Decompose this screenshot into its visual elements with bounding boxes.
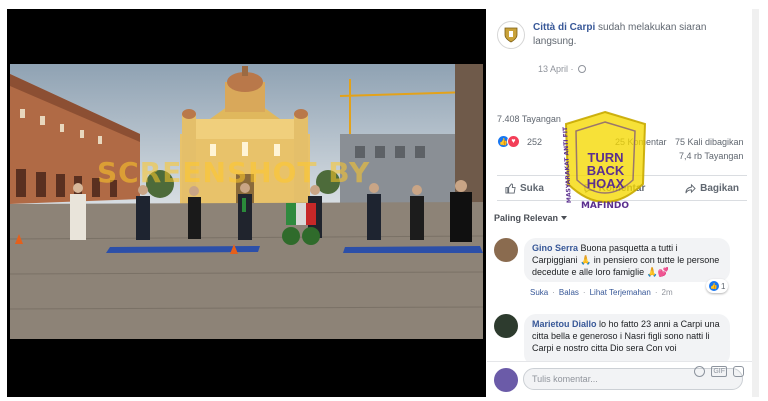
share-count[interactable]: 75 Kali dibagikan — [675, 137, 744, 147]
separator-dot: · — [654, 288, 658, 297]
comment-button-label: Komentar — [598, 182, 646, 194]
globe-icon — [577, 65, 586, 73]
comment-item: Gino Serra Buona pasquetta a tutti i Car… — [494, 238, 744, 310]
comment-like-link[interactable]: Suka — [530, 288, 548, 297]
comment-composer: Tulis komentar... GIF — [487, 361, 752, 397]
comment-actions: Suka · Balas · Lihat Terjemahan · 2m — [530, 288, 673, 297]
reaction-icons[interactable]: 👍 ♥ — [497, 135, 520, 148]
comment-time[interactable]: 2m — [662, 288, 673, 297]
share-button-label: Bagikan — [700, 182, 739, 194]
sort-label: Paling Relevan — [494, 213, 559, 223]
page-avatar[interactable] — [497, 21, 525, 49]
gif-icon[interactable]: GIF — [711, 366, 727, 377]
comment-bubble: Marietou Diallo lo ho fatto 23 anni a Ca… — [524, 314, 730, 366]
comment-count[interactable]: 25 Komentar — [615, 137, 667, 147]
page-name-link[interactable]: Città di Carpi — [533, 22, 595, 33]
comment-reply-link[interactable]: Balas — [559, 288, 579, 297]
separator-dot: · — [582, 288, 586, 297]
views-count: 7,4 rb Tayangan — [679, 151, 744, 161]
comment-sort-dropdown[interactable]: Paling Relevan — [494, 213, 568, 223]
commenter-avatar[interactable] — [494, 314, 518, 338]
share-button[interactable]: Bagikan — [685, 183, 739, 194]
emoji-icon[interactable] — [694, 366, 706, 377]
caret-down-icon — [561, 216, 568, 220]
video-player[interactable]: SCREENSHOT BY — [7, 9, 486, 397]
comment-bubble: Gino Serra Buona pasquetta a tutti i Car… — [524, 238, 730, 282]
comment-reaction-number: 1 — [721, 281, 726, 291]
like-reaction-icon: 👍 — [709, 281, 719, 291]
love-reaction-icon: ♥ — [507, 135, 520, 148]
video-frame-image — [10, 64, 483, 339]
comment-reaction-count[interactable]: 👍 1 — [706, 279, 729, 293]
post-side-panel: Città di Carpi sudah melakukan siaran la… — [487, 9, 752, 397]
post-header-text: Città di Carpi sudah melakukan siaran la… — [533, 21, 743, 49]
like-button-label: Suka — [520, 182, 544, 194]
post-date[interactable]: 13 April · — [538, 64, 574, 74]
thumbs-up-icon — [505, 182, 516, 194]
comment-translate-link[interactable]: Lihat Terjemahan — [590, 288, 651, 297]
comment-input-placeholder: Tulis komentar... — [532, 374, 598, 384]
comment-button[interactable]: Komentar — [584, 182, 646, 194]
city-crest-icon — [504, 27, 518, 43]
post-action-bar: Suka Komentar Bagikan — [497, 175, 747, 201]
post-meta: 13 April · — [538, 64, 586, 74]
share-icon — [685, 183, 696, 193]
separator-dot: · — [552, 288, 555, 297]
user-avatar — [494, 368, 518, 392]
composer-tools: GIF — [694, 366, 744, 377]
reaction-count[interactable]: 252 — [527, 137, 542, 147]
views-total: 7.408 Tayangan — [497, 114, 561, 124]
comment-author[interactable]: Marietou Diallo — [532, 319, 597, 329]
reactions-row: 👍 ♥ 252 25 Komentar 75 Kali dibagikan 7,… — [497, 135, 747, 167]
scrollbar[interactable] — [752, 9, 759, 397]
sticker-icon[interactable] — [733, 366, 744, 377]
like-button[interactable]: Suka — [505, 183, 544, 194]
comment-icon — [584, 183, 595, 193]
comment-author[interactable]: Gino Serra — [532, 243, 578, 253]
commenter-avatar[interactable] — [494, 238, 518, 262]
